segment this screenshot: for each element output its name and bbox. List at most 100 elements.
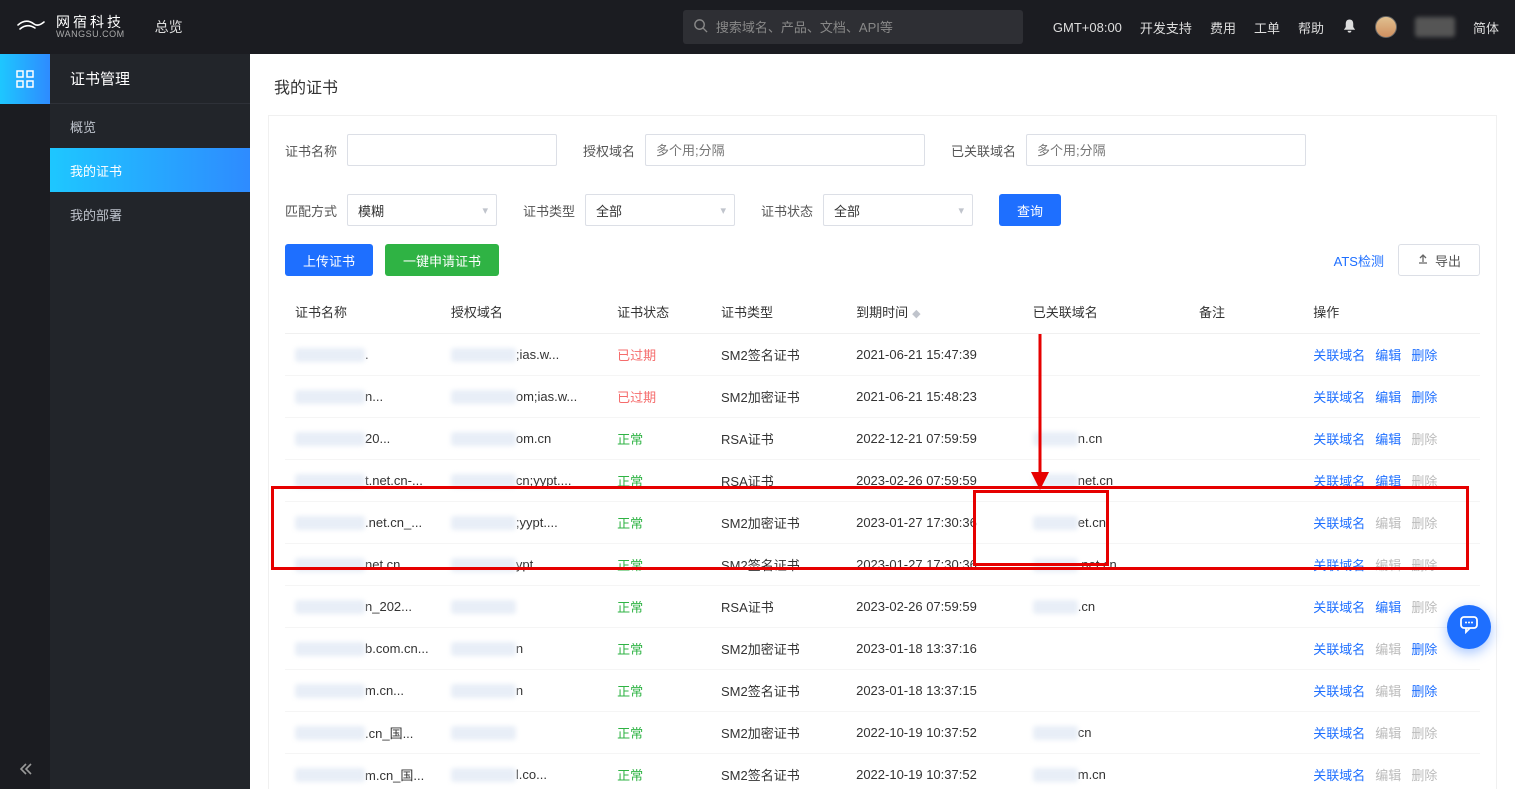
op-edit[interactable]: 编辑 — [1375, 471, 1401, 490]
op-delete: 删除 — [1411, 555, 1437, 574]
filter-bar: 证书名称 授权域名 已关联域名 匹配方式 — [285, 134, 1480, 226]
input-cert-name[interactable] — [347, 134, 557, 166]
oneclick-apply-button[interactable]: 一键申请证书 — [385, 244, 499, 276]
logo-text-en: WANGSU.COM — [56, 30, 125, 39]
cell-cert-name: m.cn_国... — [285, 754, 441, 789]
cell-ops: 关联域名编辑删除 — [1303, 376, 1480, 418]
op-assoc-domain[interactable]: 关联域名 — [1313, 345, 1365, 364]
table-row: n...om;ias.w...已过期SM2加密证书2021-06-21 15:4… — [285, 376, 1480, 418]
input-linked-domain[interactable] — [1026, 134, 1306, 166]
cell-type: SM2签名证书 — [711, 670, 846, 712]
op-assoc-domain[interactable]: 关联域名 — [1313, 555, 1365, 574]
cell-type: RSA证书 — [711, 586, 846, 628]
sidebar-item-my-certs[interactable]: 我的证书 — [50, 148, 250, 192]
sidebar-item-overview[interactable]: 概览 — [50, 104, 250, 148]
op-assoc-domain[interactable]: 关联域名 — [1313, 639, 1365, 658]
chat-fab[interactable] — [1447, 605, 1491, 649]
op-assoc-domain[interactable]: 关联域名 — [1313, 471, 1365, 490]
op-delete: 删除 — [1411, 429, 1437, 448]
bell-icon[interactable] — [1342, 18, 1357, 37]
sidebar-item-my-deploy[interactable]: 我的部署 — [50, 192, 250, 236]
rail-apps-icon[interactable] — [0, 54, 50, 104]
cell-remark — [1189, 670, 1303, 712]
cell-expire: 2021-06-21 15:48:23 — [846, 376, 1023, 418]
rail-collapse-icon[interactable] — [0, 749, 50, 789]
cell-linked: m.cn — [1023, 754, 1189, 789]
op-assoc-domain[interactable]: 关联域名 — [1313, 513, 1365, 532]
cell-expire: 2022-12-21 07:59:59 — [846, 418, 1023, 460]
cell-linked: net.cn — [1023, 460, 1189, 502]
cell-auth-domain: om.cn — [441, 418, 607, 460]
table-row: 20...om.cn正常RSA证书2022-12-21 07:59:59n.cn… — [285, 418, 1480, 460]
op-delete: 删除 — [1411, 597, 1437, 616]
left-rail — [0, 54, 50, 789]
op-assoc-domain[interactable]: 关联域名 — [1313, 597, 1365, 616]
logo-text-cn: 网宿科技 — [56, 15, 125, 30]
col-auth-domain: 授权域名 — [441, 290, 607, 334]
cell-auth-domain — [441, 586, 607, 628]
avatar[interactable] — [1375, 16, 1397, 38]
op-delete[interactable]: 删除 — [1411, 345, 1437, 364]
global-search[interactable] — [683, 10, 1023, 44]
op-edit[interactable]: 编辑 — [1375, 387, 1401, 406]
cell-remark — [1189, 418, 1303, 460]
search-input[interactable] — [716, 20, 1013, 35]
op-edit[interactable]: 编辑 — [1375, 429, 1401, 448]
op-delete[interactable]: 删除 — [1411, 681, 1437, 700]
op-assoc-domain[interactable]: 关联域名 — [1313, 387, 1365, 406]
cell-cert-name: .net.cn_... — [285, 502, 441, 544]
op-delete[interactable]: 删除 — [1411, 387, 1437, 406]
nav-billing[interactable]: 费用 — [1210, 18, 1236, 37]
cell-status: 正常 — [607, 418, 711, 460]
timezone[interactable]: GMT+08:00 — [1053, 20, 1122, 35]
main-content: 我的证书 证书名称 授权域名 已关联域名 — [250, 54, 1515, 789]
search-icon — [693, 18, 708, 36]
cell-expire: 2023-01-27 17:30:36 — [846, 544, 1023, 586]
op-assoc-domain[interactable]: 关联域名 — [1313, 429, 1365, 448]
col-linked-domain: 已关联域名 — [1023, 290, 1189, 334]
cell-type: RSA证书 — [711, 418, 846, 460]
overview-link[interactable]: 总览 — [155, 17, 183, 37]
cell-type: SM2加密证书 — [711, 628, 846, 670]
cell-expire: 2021-06-21 15:47:39 — [846, 334, 1023, 376]
nav-devsupport[interactable]: 开发支持 — [1140, 18, 1192, 37]
table-row: .;ias.w...已过期SM2签名证书2021-06-21 15:47:39关… — [285, 334, 1480, 376]
op-edit[interactable]: 编辑 — [1375, 597, 1401, 616]
select-cert-type[interactable]: 全部▾ — [585, 194, 735, 226]
cell-remark — [1189, 376, 1303, 418]
sort-icon: ◆ — [912, 308, 920, 320]
label-cert-name: 证书名称 — [285, 141, 337, 160]
op-assoc-domain[interactable]: 关联域名 — [1313, 765, 1365, 784]
ats-check-link[interactable]: ATS检测 — [1334, 251, 1384, 270]
query-button[interactable]: 查询 — [999, 194, 1061, 226]
cell-linked: .cn — [1023, 586, 1189, 628]
col-ops: 操作 — [1303, 290, 1480, 334]
cell-ops: 关联域名编辑删除 — [1303, 460, 1480, 502]
table-row: .cn_国...正常SM2加密证书2022-10-19 10:37:52cn关联… — [285, 712, 1480, 754]
logo[interactable]: 网宿科技 WANGSU.COM — [16, 14, 125, 40]
op-delete[interactable]: 删除 — [1411, 639, 1437, 658]
lang-switch[interactable]: 简体 — [1473, 18, 1499, 37]
nav-ticket[interactable]: 工单 — [1254, 18, 1280, 37]
table-row: net.cn...ypt....正常SM2签名证书2023-01-27 17:3… — [285, 544, 1480, 586]
select-match-mode[interactable]: 模糊▾ — [347, 194, 497, 226]
export-button[interactable]: 导出 — [1398, 244, 1480, 276]
op-delete: 删除 — [1411, 471, 1437, 490]
nav-help[interactable]: 帮助 — [1298, 18, 1324, 37]
cell-linked — [1023, 670, 1189, 712]
op-assoc-domain[interactable]: 关联域名 — [1313, 681, 1365, 700]
op-edit: 编辑 — [1375, 639, 1401, 658]
upload-cert-button[interactable]: 上传证书 — [285, 244, 373, 276]
col-remark: 备注 — [1189, 290, 1303, 334]
input-auth-domain[interactable] — [645, 134, 925, 166]
select-cert-status[interactable]: 全部▾ — [823, 194, 973, 226]
cell-ops: 关联域名编辑删除 — [1303, 544, 1480, 586]
col-expire[interactable]: 到期时间◆ — [846, 290, 1023, 334]
cert-table: 证书名称 授权域名 证书状态 证书类型 到期时间◆ 已关联域名 备注 操作 .;… — [285, 290, 1480, 789]
op-delete: 删除 — [1411, 723, 1437, 742]
page-title: 我的证书 — [250, 54, 1515, 115]
cell-status: 正常 — [607, 670, 711, 712]
op-edit[interactable]: 编辑 — [1375, 345, 1401, 364]
op-assoc-domain[interactable]: 关联域名 — [1313, 723, 1365, 742]
cell-auth-domain: om;ias.w... — [441, 376, 607, 418]
